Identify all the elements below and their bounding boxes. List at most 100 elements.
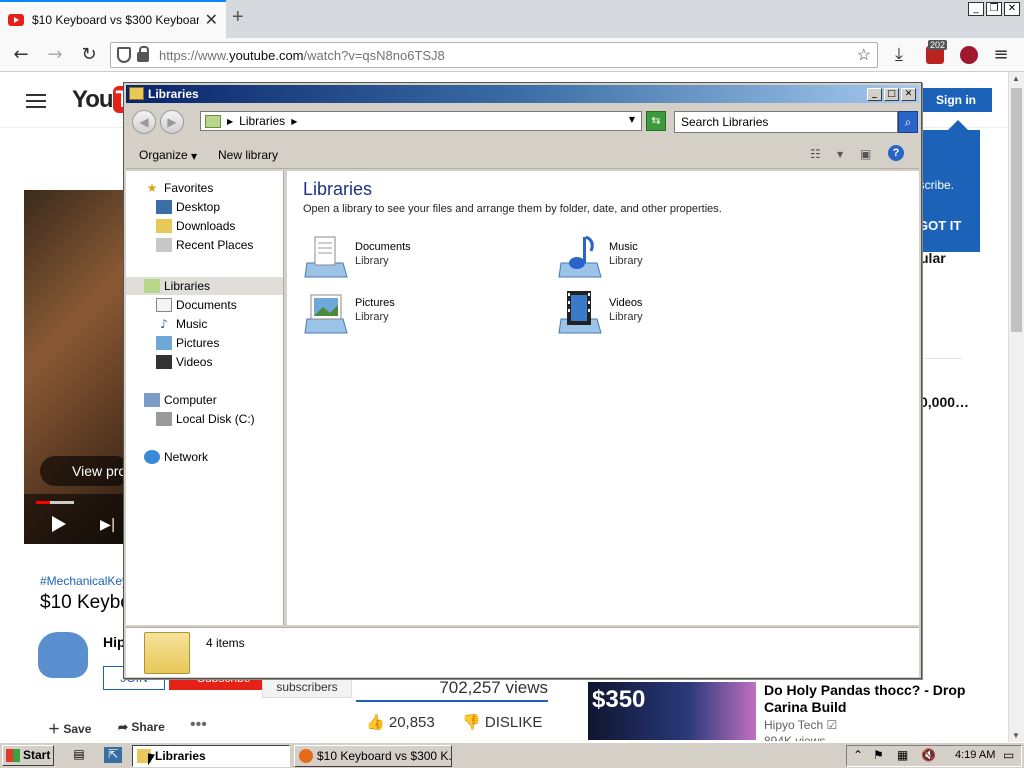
back-button[interactable]: ◀ xyxy=(132,110,156,134)
preview-pane-icon[interactable]: ▣ xyxy=(860,147,871,161)
extension-icon[interactable] xyxy=(960,46,978,64)
forward-icon[interactable]: → xyxy=(44,44,66,66)
new-library-button[interactable]: New library xyxy=(218,148,278,162)
firefox-icon xyxy=(299,749,313,763)
related-video-thumbnail[interactable]: $350 xyxy=(588,682,756,740)
url-bar[interactable]: https://www.youtube.com/watch?v=qsN8no6T… xyxy=(110,42,878,68)
nav-recent-places[interactable]: Recent Places xyxy=(156,236,253,254)
nav-computer[interactable]: Computer xyxy=(144,391,217,409)
shield-icon[interactable] xyxy=(117,47,131,63)
page-scrollbar[interactable]: ▲ ▼ xyxy=(1008,72,1024,742)
help-icon[interactable]: ? xyxy=(888,145,904,161)
star-icon[interactable]: ☆ xyxy=(857,45,871,65)
downloads-folder-icon xyxy=(156,219,172,233)
signin-popup: bscribe. GOT IT xyxy=(912,130,980,252)
close-window-button[interactable]: ✕ xyxy=(1004,2,1020,16)
nav-downloads[interactable]: Downloads xyxy=(156,217,235,235)
organize-button[interactable]: Organize ▼ xyxy=(139,148,197,162)
chevron-right-icon[interactable]: ▶ xyxy=(291,117,297,126)
start-button[interactable]: Start xyxy=(2,745,54,766)
clock[interactable]: 4:19 AM xyxy=(955,749,995,761)
notification-icon[interactable]: ▭ xyxy=(1003,748,1014,762)
window-title-bar[interactable]: Libraries _ □ ✕ xyxy=(126,85,919,103)
scroll-up-icon[interactable]: ▲ xyxy=(1012,74,1020,83)
breadcrumb[interactable]: ▶ Libraries ▶ ▼ xyxy=(200,111,642,131)
video-hashtag[interactable]: #MechanicalKeyboards xyxy=(40,574,124,588)
video-progress-bar[interactable] xyxy=(36,501,74,504)
hamburger-menu-icon[interactable] xyxy=(26,94,46,108)
libraries-window: Libraries _ □ ✕ ◀ ▶ ▶ Libraries ▶ ▼ ⇆ Se… xyxy=(123,82,922,679)
search-input[interactable]: Search Libraries xyxy=(674,111,898,133)
got-it-button[interactable]: GOT IT xyxy=(918,218,961,233)
dislike-button[interactable]: 👎 DISLIKE xyxy=(462,713,542,731)
scroll-down-icon[interactable]: ▼ xyxy=(1012,731,1020,740)
nav-pictures[interactable]: Pictures xyxy=(156,334,219,352)
taskbar-button-firefox[interactable]: $10 Keyboard vs $300 K... xyxy=(294,745,452,767)
sign-in-button[interactable]: Sign in xyxy=(920,88,992,112)
nav-network[interactable]: Network xyxy=(144,448,208,466)
like-button[interactable]: 👍 20,853 xyxy=(366,713,435,731)
volume-muted-icon[interactable]: 🔇 xyxy=(921,748,936,762)
browser-tab-bar: $10 Keyboard vs $300 Keyboard (M ✕ + _ ❐… xyxy=(0,0,1024,38)
nav-favorites[interactable]: ★ Favorites xyxy=(144,179,214,197)
library-documents[interactable]: Documents Library xyxy=(303,231,533,281)
library-pictures[interactable]: Pictures Library xyxy=(303,287,533,337)
channel-avatar[interactable] xyxy=(38,632,88,678)
browser-tab-youtube[interactable]: $10 Keyboard vs $300 Keyboard (M ✕ xyxy=(0,0,226,38)
mouse-cursor-icon xyxy=(148,753,155,767)
network-tray-icon[interactable]: ▦ xyxy=(897,748,908,762)
share-button[interactable]: ➦ Share xyxy=(118,720,165,734)
search-icon[interactable]: ⌕ xyxy=(898,111,918,133)
save-button[interactable]: ＋ Save xyxy=(48,720,91,737)
minimize-button[interactable]: _ xyxy=(867,88,882,101)
library-music[interactable]: Music Library xyxy=(557,231,787,281)
reload-icon[interactable]: ↻ xyxy=(78,44,100,66)
extension-badge: 202 xyxy=(928,40,948,50)
content-title: Libraries xyxy=(303,179,373,199)
chevron-down-icon[interactable]: ▼ xyxy=(629,115,635,124)
more-actions-button[interactable]: ••• xyxy=(190,716,207,734)
nav-desktop[interactable]: Desktop xyxy=(156,198,220,216)
forward-button[interactable]: ▶ xyxy=(160,110,184,134)
new-tab-button[interactable]: + xyxy=(232,6,244,29)
close-button[interactable]: ✕ xyxy=(901,88,916,101)
item-count: 4 items xyxy=(206,636,245,650)
refresh-button[interactable]: ⇆ xyxy=(646,111,666,131)
menu-icon[interactable]: ≡ xyxy=(990,44,1012,66)
related-video-title[interactable]: Do Holy Pandas thocc? - Drop Carina Buil… xyxy=(764,682,996,716)
lock-icon[interactable] xyxy=(137,46,149,62)
next-icon[interactable]: ▶| xyxy=(100,517,115,533)
details-pane: 4 items xyxy=(126,627,919,677)
taskbar-button-libraries[interactable]: Libraries xyxy=(132,745,290,767)
video-player[interactable] xyxy=(24,190,124,544)
maximize-button[interactable]: □ xyxy=(884,88,899,101)
breadcrumb-libraries[interactable]: Libraries xyxy=(239,114,285,128)
system-tray: ⌃ ⚑ ▦ 🔇 4:19 AM ▭ xyxy=(846,745,1022,767)
nav-local-disk[interactable]: Local Disk (C:) xyxy=(156,410,255,428)
navigation-pane: ★ Favorites Desktop Downloads Recent Plac… xyxy=(126,171,284,625)
nav-documents[interactable]: Documents xyxy=(156,296,237,314)
show-hidden-icons[interactable]: ⌃ xyxy=(853,748,863,762)
library-videos[interactable]: Videos Library xyxy=(557,287,787,337)
explorer-quicklaunch-icon[interactable]: ⇱ xyxy=(104,747,122,763)
sidebar-text-fragment: . xyxy=(920,494,1008,510)
minimize-button[interactable]: _ xyxy=(968,2,984,16)
youtube-favicon-icon xyxy=(8,14,24,26)
show-desktop-icon[interactable]: ▤ xyxy=(70,747,88,763)
chevron-right-icon[interactable]: ▶ xyxy=(227,117,233,126)
documents-library-icon xyxy=(304,236,348,278)
action-center-flag-icon[interactable]: ⚑ xyxy=(873,748,884,762)
libraries-icon xyxy=(205,114,221,128)
chevron-down-icon[interactable]: ▼ xyxy=(837,150,843,159)
nav-libraries[interactable]: Libraries xyxy=(144,277,210,295)
download-icon[interactable]: ⤓ xyxy=(888,44,910,66)
back-icon[interactable]: ← xyxy=(10,44,32,66)
scrollbar-thumb[interactable] xyxy=(1011,88,1022,332)
view-products-button[interactable]: View products xyxy=(40,456,130,486)
play-icon[interactable] xyxy=(52,516,66,532)
restore-button[interactable]: ❐ xyxy=(986,2,1002,16)
nav-music[interactable]: ♪ Music xyxy=(156,315,207,333)
view-options-icon[interactable]: ☷ xyxy=(810,147,821,161)
nav-videos[interactable]: Videos xyxy=(156,353,212,371)
close-tab-icon[interactable]: ✕ xyxy=(205,10,218,30)
